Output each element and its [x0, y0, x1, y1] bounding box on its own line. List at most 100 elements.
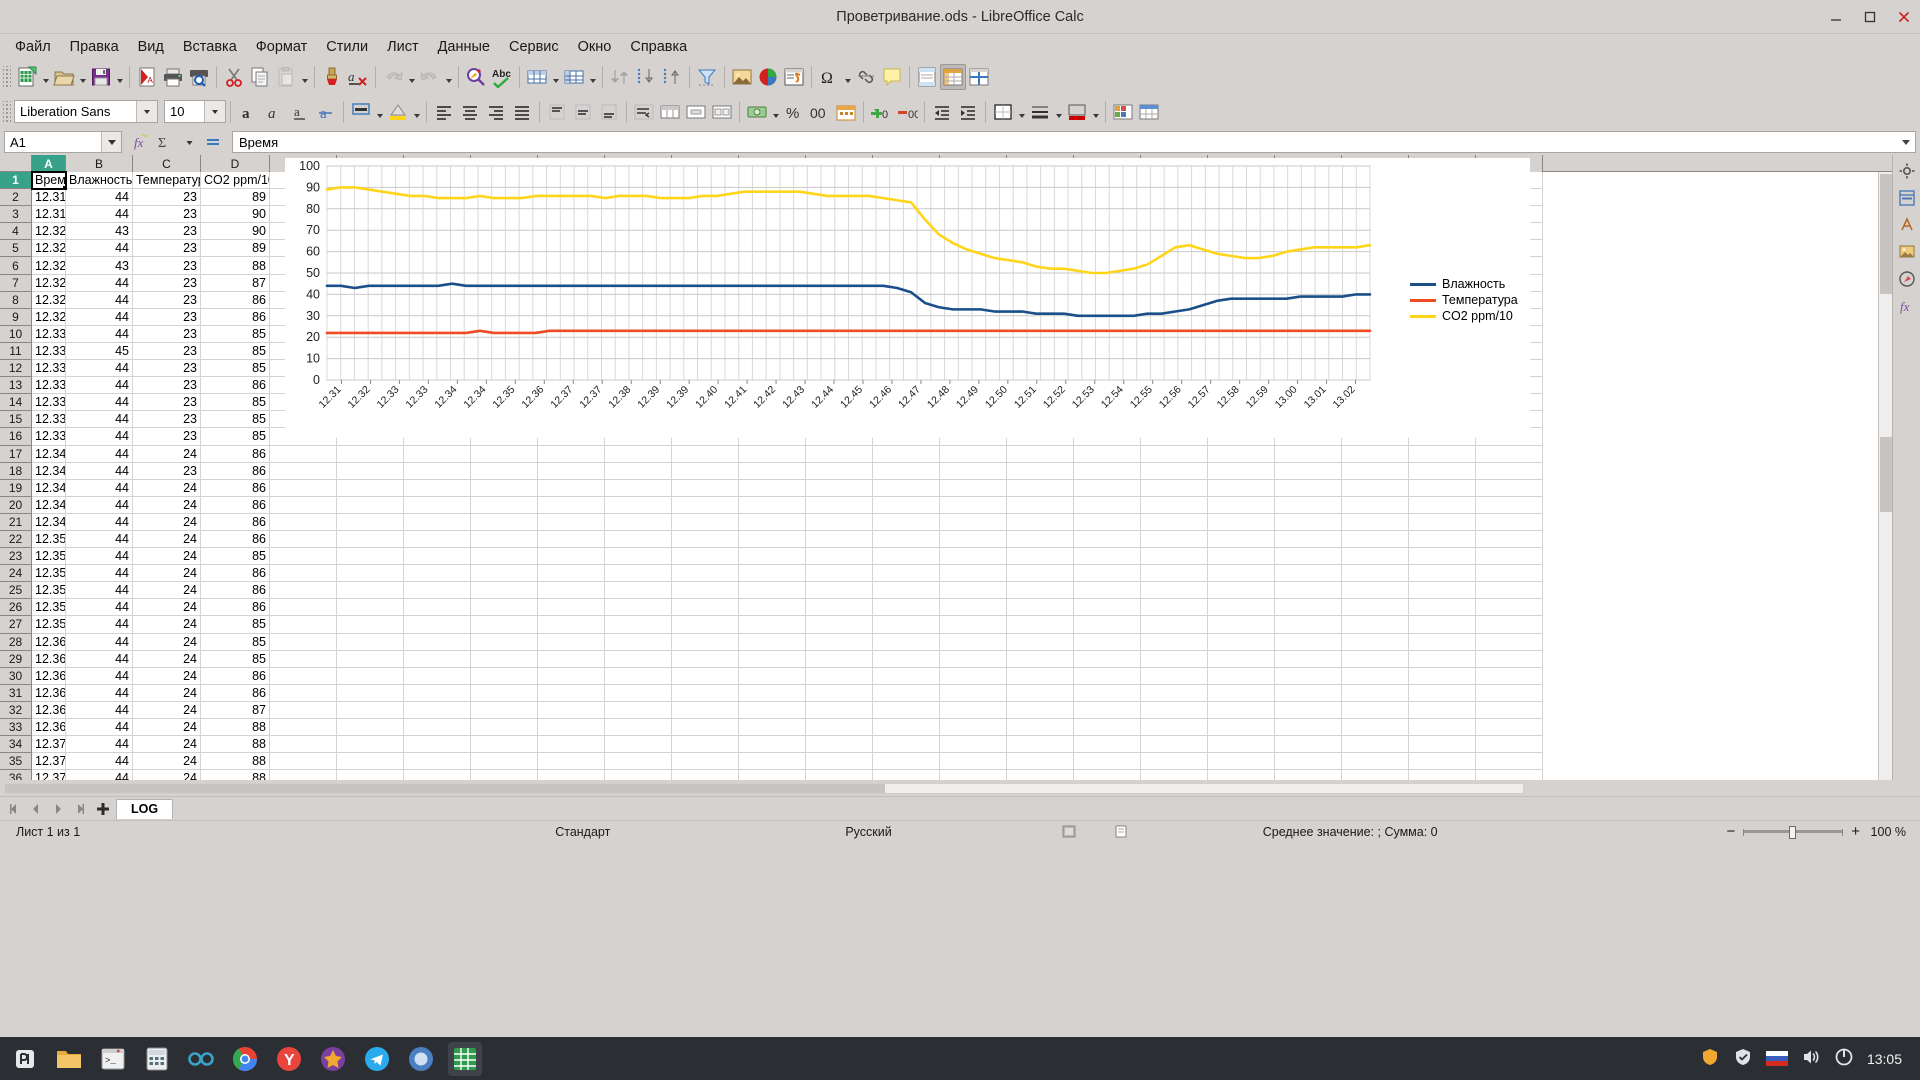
sum-icon[interactable]: Σ: [154, 131, 176, 153]
cell-empty-23-2[interactable]: [404, 548, 471, 566]
cell-C33[interactable]: 24: [133, 719, 201, 737]
toolbar-grip[interactable]: [3, 65, 11, 88]
row-header-24[interactable]: 24: [0, 565, 32, 583]
cell-empty-27-17[interactable]: [1409, 616, 1476, 634]
language-info[interactable]: Русский: [835, 825, 901, 839]
cell-empty-33-4[interactable]: [538, 719, 605, 737]
cell-empty-35-7[interactable]: [739, 753, 806, 771]
cell-empty-33-17[interactable]: [1409, 719, 1476, 737]
cell-empty-27-7[interactable]: [739, 616, 806, 634]
formula-input-line[interactable]: Время: [232, 131, 1916, 153]
cell-empty-28-4[interactable]: [538, 633, 605, 651]
cell-empty-26-6[interactable]: [672, 599, 739, 617]
cell-empty-26-0[interactable]: [270, 599, 337, 617]
undo-dropdown[interactable]: [406, 64, 417, 90]
cell-empty-24-7[interactable]: [739, 565, 806, 583]
cell-empty-20-9[interactable]: [873, 496, 940, 514]
cell-empty-20-0[interactable]: [270, 496, 337, 514]
cell-empty-35-14[interactable]: [1208, 753, 1275, 771]
row-header-16[interactable]: 16: [0, 428, 32, 446]
expand-formula-bar-icon[interactable]: [1897, 132, 1915, 152]
new-document-button[interactable]: [14, 64, 40, 90]
cell-C1[interactable]: Температура: [133, 172, 201, 190]
menu-sheet[interactable]: Лист: [378, 36, 428, 58]
cell-D35[interactable]: 88: [201, 753, 270, 771]
cell-empty-21-15[interactable]: [1275, 513, 1342, 531]
cell-empty-28-11[interactable]: [1007, 633, 1074, 651]
open-document-dropdown[interactable]: [77, 64, 88, 90]
cell-empty-36-2[interactable]: [404, 770, 471, 780]
cell-empty-20-13[interactable]: [1141, 496, 1208, 514]
cell-empty-23-6[interactable]: [672, 548, 739, 566]
cell-B34[interactable]: 44: [66, 736, 133, 754]
split-window-button[interactable]: [966, 64, 992, 90]
cell-empty-25-15[interactable]: [1275, 582, 1342, 600]
open-document-button[interactable]: [51, 64, 77, 90]
cell-empty-24-17[interactable]: [1409, 565, 1476, 583]
cell-empty-21-9[interactable]: [873, 513, 940, 531]
cell-empty-35-10[interactable]: [940, 753, 1007, 771]
row-header-10[interactable]: 10: [0, 325, 32, 343]
cell-empty-21-14[interactable]: [1208, 513, 1275, 531]
cell-empty-34-18[interactable]: [1476, 736, 1543, 754]
export-pdf-button[interactable]: A: [134, 64, 160, 90]
cell-empty-28-16[interactable]: [1342, 633, 1409, 651]
row-button[interactable]: [524, 64, 550, 90]
row-header-22[interactable]: 22: [0, 530, 32, 549]
background-color-dropdown[interactable]: [411, 99, 422, 125]
cell-empty-22-11[interactable]: [1007, 530, 1074, 549]
cell-A24[interactable]: 12.35: [32, 565, 66, 583]
cell-empty-24-11[interactable]: [1007, 565, 1074, 583]
format-currency-button[interactable]: [744, 99, 770, 125]
table-row[interactable]: 12.35 44 24 86: [32, 599, 1892, 617]
cell-C15[interactable]: 23: [133, 411, 201, 429]
cell-empty-26-9[interactable]: [873, 599, 940, 617]
cell-empty-31-5[interactable]: [605, 684, 672, 702]
print-button[interactable]: [160, 64, 186, 90]
headers-footers-button[interactable]: [914, 64, 940, 90]
cell-A28[interactable]: 12.36: [32, 633, 66, 651]
cell-empty-30-0[interactable]: [270, 667, 337, 685]
cell-empty-31-17[interactable]: [1409, 684, 1476, 702]
cell-D28[interactable]: 85: [201, 633, 270, 651]
cell-empty-17-16[interactable]: [1342, 445, 1409, 463]
cell-empty-29-10[interactable]: [940, 650, 1007, 668]
cell-B14[interactable]: 44: [66, 394, 133, 412]
row-header-19[interactable]: 19: [0, 479, 32, 497]
taskbar-clock[interactable]: 13:05: [1867, 1051, 1902, 1067]
font-size-dropdown-icon[interactable]: [204, 101, 225, 122]
cell-empty-24-18[interactable]: [1476, 565, 1543, 583]
cell-D29[interactable]: 85: [201, 650, 270, 668]
cell-empty-23-14[interactable]: [1208, 548, 1275, 566]
cell-empty-34-9[interactable]: [873, 736, 940, 754]
menu-format[interactable]: Формат: [247, 36, 317, 58]
cell-C7[interactable]: 23: [133, 274, 201, 292]
cell-empty-24-14[interactable]: [1208, 565, 1275, 583]
cell-empty-18-10[interactable]: [940, 462, 1007, 480]
cell-empty-26-3[interactable]: [471, 599, 538, 617]
cell-empty-23-16[interactable]: [1342, 548, 1409, 566]
cell-D30[interactable]: 86: [201, 667, 270, 685]
cell-B16[interactable]: 44: [66, 428, 133, 446]
cell-C27[interactable]: 24: [133, 616, 201, 634]
cell-empty-21-12[interactable]: [1074, 513, 1141, 531]
table-row[interactable]: 12.36 44 24 86: [32, 684, 1892, 702]
cell-B19[interactable]: 44: [66, 479, 133, 497]
cell-empty-33-0[interactable]: [270, 719, 337, 737]
cell-empty-31-4[interactable]: [538, 684, 605, 702]
cell-empty-36-12[interactable]: [1074, 770, 1141, 780]
cell-D2[interactable]: 89: [201, 189, 270, 207]
cell-empty-28-9[interactable]: [873, 633, 940, 651]
cell-empty-30-12[interactable]: [1074, 667, 1141, 685]
power-icon[interactable]: [1834, 1047, 1854, 1070]
cell-A36[interactable]: 12.37: [32, 770, 66, 780]
cell-A35[interactable]: 12.37: [32, 753, 66, 771]
cell-empty-27-16[interactable]: [1342, 616, 1409, 634]
cell-empty-31-0[interactable]: [270, 684, 337, 702]
cell-empty-34-17[interactable]: [1409, 736, 1476, 754]
cell-empty-26-11[interactable]: [1007, 599, 1074, 617]
cell-empty-20-5[interactable]: [605, 496, 672, 514]
cell-empty-31-1[interactable]: [337, 684, 404, 702]
menu-file[interactable]: Файл: [6, 36, 60, 58]
cell-empty-23-9[interactable]: [873, 548, 940, 566]
